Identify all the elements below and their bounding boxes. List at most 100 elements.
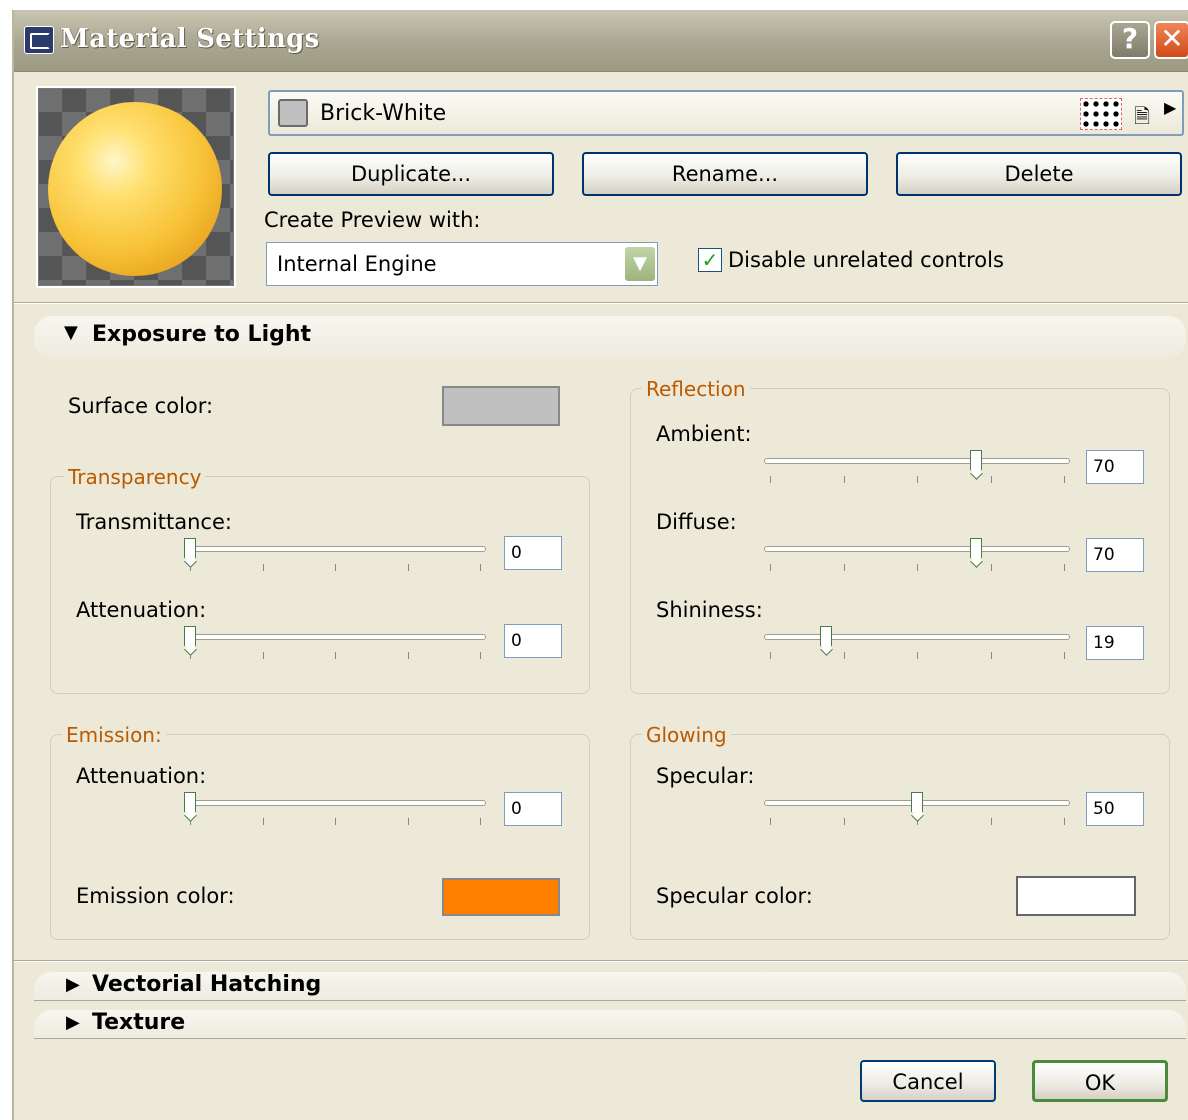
slider-track[interactable] (764, 458, 1070, 464)
duplicate-button[interactable]: Duplicate... (268, 152, 554, 196)
diffuse-slider[interactable] (764, 538, 1070, 576)
preview-engine-select[interactable]: Internal Engine ▼ (266, 242, 658, 286)
shininess-slider[interactable] (764, 626, 1070, 664)
slider-tick (1064, 564, 1065, 571)
section-hatching-title: Vectorial Hatching (92, 972, 322, 997)
material-name: Brick-White (320, 101, 447, 126)
material-selector[interactable]: Brick-White 🗎 ▶ (268, 90, 1184, 136)
transparency-title: Transparency (64, 465, 206, 489)
ambient-slider[interactable] (764, 450, 1070, 488)
slider-track[interactable] (764, 634, 1070, 640)
document-icon: 🗎 (1134, 104, 1151, 128)
cancel-button[interactable]: Cancel (860, 1060, 996, 1102)
slider-thumb[interactable] (969, 538, 982, 558)
emission-attenuation-input[interactable]: 0 (504, 792, 562, 826)
preview-sphere (48, 102, 222, 276)
surface-color-label: Surface color: (68, 394, 214, 418)
slider-tick (480, 818, 481, 825)
title-bar[interactable]: Material Settings ? ✕ (14, 10, 1188, 72)
slider-tick (990, 564, 992, 571)
slider-thumb[interactable] (184, 626, 196, 646)
triangle-collapsed-icon: ▶ (66, 1012, 80, 1033)
section-hatching[interactable]: ▶ Vectorial Hatching (34, 972, 1186, 1001)
separator (14, 302, 1188, 304)
delete-button[interactable]: Delete (896, 152, 1182, 196)
slider-track[interactable] (184, 634, 486, 640)
dropdown-icon[interactable]: ▼ (625, 247, 655, 281)
window-title: Material Settings (60, 24, 320, 54)
slider-tick (990, 818, 992, 825)
transparency-attenuation-label: Attenuation: (76, 598, 207, 622)
emission-attenuation-slider[interactable] (184, 792, 486, 830)
check-icon[interactable]: ✓ (698, 248, 722, 272)
slider-tick (843, 818, 845, 825)
slider-tick (1064, 476, 1065, 483)
specular-input[interactable]: 50 (1086, 792, 1144, 826)
slider-tick (843, 564, 845, 571)
slider-thumb[interactable] (184, 792, 196, 812)
section-texture-title: Texture (92, 1010, 186, 1035)
slider-tick (770, 652, 771, 659)
slider-track[interactable] (184, 546, 486, 552)
material-preview (36, 86, 236, 288)
transmittance-input[interactable]: 0 (504, 536, 562, 570)
triangle-expanded-icon: ▼ (64, 322, 78, 343)
specular-slider[interactable] (764, 792, 1070, 830)
transparency-attenuation-slider[interactable] (184, 626, 486, 664)
ambient-input[interactable]: 70 (1086, 450, 1144, 484)
slider-tick (335, 818, 336, 825)
slider-tick (990, 476, 992, 483)
emission-title: Emission: (62, 723, 166, 747)
ok-button[interactable]: OK (1032, 1060, 1168, 1102)
surface-color-swatch[interactable] (442, 386, 560, 426)
emission-color-swatch[interactable] (442, 878, 560, 916)
slider-tick (262, 652, 264, 659)
slider-tick (917, 476, 918, 483)
specular-label: Specular: (656, 764, 755, 788)
slider-tick (770, 476, 771, 483)
slider-tick (407, 652, 409, 659)
slider-tick (480, 652, 481, 659)
glowing-title: Glowing (642, 723, 731, 747)
slider-tick (335, 564, 336, 571)
slider-tick (1064, 652, 1065, 659)
section-texture[interactable]: ▶ Texture (34, 1010, 1186, 1039)
preview-engine-value: Internal Engine (277, 252, 437, 276)
separator (14, 960, 1188, 962)
disable-unrelated-label: Disable unrelated controls (728, 248, 1004, 272)
close-icon[interactable]: ✕ (1154, 21, 1188, 59)
reflection-title: Reflection (642, 377, 750, 401)
slider-tick (990, 652, 992, 659)
slider-thumb[interactable] (911, 792, 923, 812)
transmittance-slider[interactable] (184, 538, 486, 576)
triangle-collapsed-icon: ▶ (66, 974, 80, 995)
slider-tick (770, 564, 771, 571)
help-icon[interactable]: ? (1110, 21, 1150, 59)
slider-tick (262, 818, 264, 825)
ambient-label: Ambient: (656, 422, 752, 446)
material-settings-dialog: Material Settings ? ✕ Brick-White 🗎 ▶ Du… (12, 10, 1188, 1120)
slider-tick (843, 476, 845, 483)
slider-thumb[interactable] (969, 450, 982, 470)
slider-track[interactable] (184, 800, 486, 806)
menu-arrow-icon[interactable]: ▶ (1164, 98, 1176, 117)
slider-tick (1064, 818, 1065, 825)
section-exposure[interactable]: ▼ Exposure to Light (34, 316, 1186, 358)
slider-tick (770, 818, 771, 825)
rename-button[interactable]: Rename... (582, 152, 868, 196)
material-app-icon (24, 26, 54, 54)
slider-thumb[interactable] (819, 626, 832, 646)
transmittance-label: Transmittance: (76, 510, 232, 534)
slider-thumb[interactable] (184, 538, 196, 558)
diffuse-label: Diffuse: (656, 510, 737, 534)
diffuse-input[interactable]: 70 (1086, 538, 1144, 572)
section-exposure-title: Exposure to Light (92, 322, 312, 347)
slider-tick (843, 652, 845, 659)
transparency-attenuation-input[interactable]: 0 (504, 624, 562, 658)
shininess-input[interactable]: 19 (1086, 626, 1144, 660)
slider-track[interactable] (764, 546, 1070, 552)
specular-color-swatch[interactable] (1016, 876, 1136, 916)
shininess-label: Shininess: (656, 598, 763, 622)
emission-color-label: Emission color: (76, 884, 235, 908)
specular-color-label: Specular color: (656, 884, 813, 908)
